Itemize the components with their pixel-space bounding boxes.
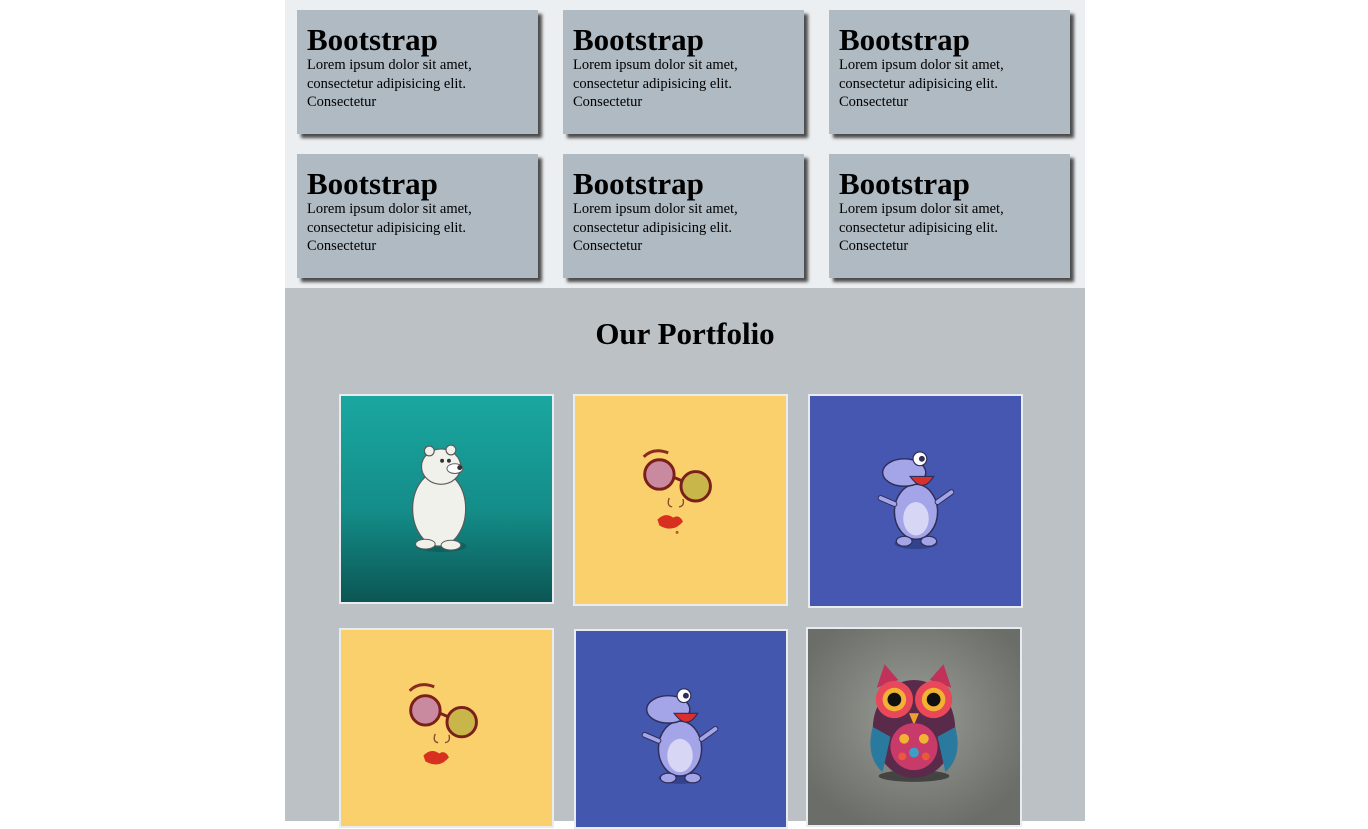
portfolio-item-glasses-face[interactable] [573,394,788,606]
card-title: Bootstrap [307,22,438,57]
card-text: Lorem ipsum dolor sit amet, consectetur … [307,201,472,254]
portfolio-section: Our Portfolio [285,288,1085,829]
card-title: Bootstrap [573,166,704,201]
feature-card: Bootstrap Lorem ipsum dolor sit amet, co… [563,10,804,134]
card-text: Lorem ipsum dolor sit amet, consectetur … [573,201,738,254]
glasses-face-image [341,630,552,826]
card-title: Bootstrap [839,22,970,57]
card-title: Bootstrap [307,166,438,201]
portfolio-item-blue-hippo[interactable] [574,629,788,829]
feature-card: Bootstrap Lorem ipsum dolor sit amet, co… [563,154,804,278]
portfolio-item-glasses-face[interactable] [339,628,554,828]
feature-card: Bootstrap Lorem ipsum dolor sit amet, co… [297,10,538,134]
feature-card: Bootstrap Lorem ipsum dolor sit amet, co… [297,154,538,278]
feature-card: Bootstrap Lorem ipsum dolor sit amet, co… [829,154,1070,278]
page-container: Bootstrap Lorem ipsum dolor sit amet, co… [285,0,1085,829]
card-text: Lorem ipsum dolor sit amet, consectetur … [839,57,1004,110]
cards-section: Bootstrap Lorem ipsum dolor sit amet, co… [285,0,1085,288]
feature-card: Bootstrap Lorem ipsum dolor sit amet, co… [829,10,1070,134]
portfolio-item-polar-bear[interactable] [339,394,554,604]
polar-bear-image [341,396,552,602]
glasses-face-image [575,396,786,604]
card-title: Bootstrap [573,22,704,57]
card-title: Bootstrap [839,166,970,201]
card-text: Lorem ipsum dolor sit amet, consectetur … [839,201,1004,254]
card-text: Lorem ipsum dolor sit amet, consectetur … [307,57,472,110]
portfolio-title: Our Portfolio [595,316,775,351]
colorful-owl-image [808,629,1020,825]
portfolio-item-colorful-owl[interactable] [806,627,1022,827]
blue-hippo-image [576,631,786,827]
portfolio-item-blue-hippo[interactable] [808,394,1023,608]
card-text: Lorem ipsum dolor sit amet, consectetur … [573,57,738,110]
blue-hippo-image [810,396,1021,606]
